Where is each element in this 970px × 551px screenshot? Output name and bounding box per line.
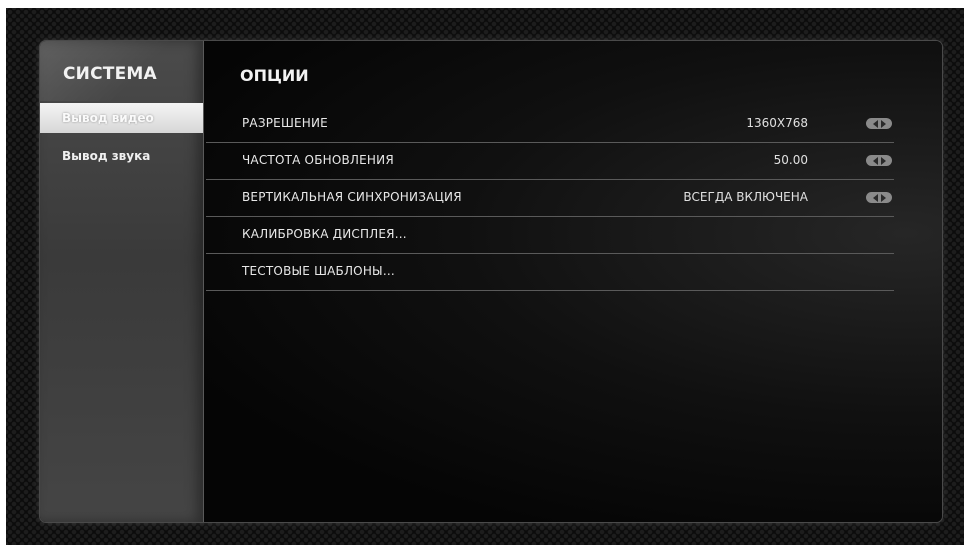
- sidebar: СИСТЕМА Вывод видео Вывод звука: [40, 41, 204, 522]
- options-pane: ОПЦИИ РАЗРЕШЕНИЕ 1360X768 ЧАСТОТА ОБНОВЛ…: [204, 41, 942, 522]
- option-label: КАЛИБРОВКА ДИСПЛЕЯ...: [242, 227, 407, 241]
- option-label: ТЕСТОВЫЕ ШАБЛОНЫ...: [242, 264, 395, 278]
- option-row-vsync[interactable]: ВЕРТИКАЛЬНАЯ СИНХРОНИЗАЦИЯ ВСЕГДА ВКЛЮЧЕ…: [206, 179, 894, 217]
- sidebar-title: СИСТЕМА: [63, 64, 157, 84]
- option-row-test-patterns[interactable]: ТЕСТОВЫЕ ШАБЛОНЫ...: [206, 253, 894, 291]
- option-row-resolution[interactable]: РАЗРЕШЕНИЕ 1360X768: [206, 105, 894, 143]
- option-value: 1360X768: [746, 116, 808, 130]
- hex-background: СИСТЕМА Вывод видео Вывод звука ОПЦИИ РА…: [6, 8, 964, 545]
- option-row-display-calibration[interactable]: КАЛИБРОВКА ДИСПЛЕЯ...: [206, 216, 894, 254]
- option-value: 50.00: [773, 153, 808, 167]
- option-label: ВЕРТИКАЛЬНАЯ СИНХРОНИЗАЦИЯ: [242, 190, 462, 204]
- sidebar-item-video-output[interactable]: Вывод видео: [40, 103, 203, 133]
- option-label: РАЗРЕШЕНИЕ: [242, 116, 328, 130]
- sidebar-item-audio-output[interactable]: Вывод звука: [40, 141, 203, 171]
- sidebar-item-label: Вывод звука: [62, 149, 151, 163]
- left-right-arrows-icon[interactable]: [866, 192, 892, 203]
- left-right-arrows-icon[interactable]: [866, 155, 892, 166]
- option-row-refresh-rate[interactable]: ЧАСТОТА ОБНОВЛЕНИЯ 50.00: [206, 142, 894, 180]
- page-title: ОПЦИИ: [240, 66, 309, 85]
- option-label: ЧАСТОТА ОБНОВЛЕНИЯ: [242, 153, 394, 167]
- sidebar-item-label: Вывод видео: [62, 111, 154, 125]
- settings-panel: СИСТЕМА Вывод видео Вывод звука ОПЦИИ РА…: [40, 41, 942, 522]
- option-value: ВСЕГДА ВКЛЮЧЕНА: [683, 190, 808, 204]
- left-right-arrows-icon[interactable]: [866, 118, 892, 129]
